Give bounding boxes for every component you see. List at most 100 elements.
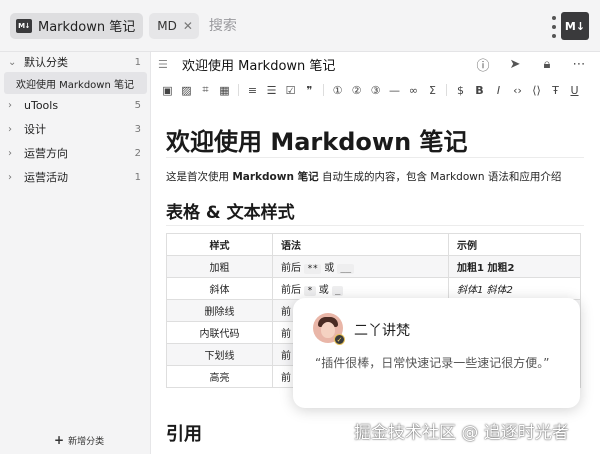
category-campaigns[interactable]: › 运营活动 1 xyxy=(0,167,151,187)
intro-paragraph: 这是首次使用 Markdown 笔记 自动生成的内容，包含 Markdown 语… xyxy=(166,169,561,184)
category-count: 1 xyxy=(134,56,141,68)
category-count: 2 xyxy=(134,147,141,159)
table-header: 语法 xyxy=(272,233,449,256)
quote-text: “插件很棒，日常快速记录一些速记很方便。” xyxy=(315,356,550,370)
editor-header: ☰ 欢迎使用 Markdown 笔记 ⓘ ➤ 🔒︎ ⋯ xyxy=(152,52,600,76)
table-icon[interactable]: ▦ xyxy=(219,83,230,97)
doc-title[interactable]: 欢迎使用 Markdown 笔记 xyxy=(182,55,335,74)
category-operations[interactable]: › 运营方向 2 xyxy=(0,143,151,163)
h3-icon[interactable]: ③ xyxy=(370,83,381,97)
code-block-icon[interactable]: ⟨⟩ xyxy=(531,83,542,97)
bold-icon[interactable]: B xyxy=(474,83,485,97)
category-label: 运营方向 xyxy=(24,147,68,160)
sidebar: ⌄ 默认分类 1 欢迎使用 Markdown 笔记 › uTools 5 › 设… xyxy=(0,52,151,454)
syntax-text: 或 xyxy=(321,263,338,274)
author-name: 二丫讲梵 xyxy=(354,323,410,339)
intro-text: 这是首次使用 xyxy=(166,171,233,183)
more-vertical-icon[interactable] xyxy=(551,16,557,38)
table-cell: 删除线 xyxy=(166,299,273,322)
underline-icon[interactable]: U xyxy=(569,83,580,97)
add-category-label: 新增分类 xyxy=(68,436,105,447)
toolbar-divider xyxy=(323,84,324,96)
h1-icon[interactable]: ① xyxy=(332,83,343,97)
category-utools[interactable]: › uTools 5 xyxy=(0,95,151,115)
intro-bold: Markdown 笔记 xyxy=(232,171,319,183)
syntax-text: 或 xyxy=(315,285,332,296)
category-count: 5 xyxy=(134,99,141,111)
chevron-right-icon[interactable]: › xyxy=(8,148,18,159)
quote-icon[interactable]: ❞ xyxy=(304,83,315,97)
category-label: 设计 xyxy=(24,123,46,136)
plus-icon: + xyxy=(54,433,65,447)
code-inline-icon[interactable]: ‹› xyxy=(512,83,523,97)
heading-1: 欢迎使用 Markdown 笔记 xyxy=(166,128,468,156)
category-label: 默认分类 xyxy=(24,56,68,69)
hr-icon[interactable]: — xyxy=(389,83,400,97)
header-actions: ⓘ ➤ 🔒︎ ⋯ xyxy=(476,55,586,74)
divider xyxy=(166,157,584,158)
sidebar-toggle-icon[interactable]: ☰ xyxy=(158,58,174,71)
category-label: uTools xyxy=(24,98,59,112)
category-default[interactable]: ⌄ 默认分类 1 xyxy=(0,52,151,72)
verified-badge-icon: ✓ xyxy=(334,334,345,345)
table-cell: 下划线 xyxy=(166,343,273,366)
image-link-icon[interactable]: ▣ xyxy=(162,83,173,97)
mode-chip-label: MD xyxy=(157,18,177,33)
dollar-icon[interactable]: $ xyxy=(455,83,466,97)
category-count: 3 xyxy=(134,123,141,135)
app-name: Markdown 笔记 xyxy=(38,20,136,35)
bullet-list-icon[interactable]: ☰ xyxy=(266,83,277,97)
lock-icon[interactable]: 🔒︎ xyxy=(540,57,554,72)
info-icon[interactable]: ⓘ xyxy=(476,55,490,74)
link-icon[interactable]: ∞ xyxy=(408,83,419,97)
note-item-active[interactable]: 欢迎使用 Markdown 笔记 xyxy=(4,72,147,94)
category-label: 运营活动 xyxy=(24,171,68,184)
inline-code: * xyxy=(304,286,316,296)
toolbar-divider xyxy=(446,84,447,96)
table-cell: 前后 ** 或 __ xyxy=(272,255,449,278)
table-cell: 加粗 xyxy=(166,255,273,278)
format-toolbar: ▣ ▨ ⌗ ▦ ≡ ☰ ☑ ❞ ① ② ③ — ∞ Σ $ B I ‹› ⟨⟩ … xyxy=(152,80,600,100)
heading-2: 引用 xyxy=(166,424,202,445)
italic-icon[interactable]: I xyxy=(493,83,504,97)
syntax-text: 前后 xyxy=(281,263,305,274)
chevron-down-icon[interactable]: ⌄ xyxy=(8,57,18,68)
plugin-logo-icon[interactable]: M↓ xyxy=(561,12,589,40)
close-icon[interactable]: ✕ xyxy=(183,19,193,33)
syntax-text: 前后 xyxy=(281,285,305,296)
table-header-row: 样式 语法 示例 xyxy=(166,233,581,256)
table-header: 样式 xyxy=(166,233,273,256)
heading-2: 表格 & 文本样式 xyxy=(166,203,295,223)
category-design[interactable]: › 设计 3 xyxy=(0,119,151,139)
chevron-right-icon[interactable]: › xyxy=(8,172,18,183)
strikethrough-icon[interactable]: Ŧ xyxy=(550,83,561,97)
table-cell: 斜体 xyxy=(166,277,273,300)
more-horizontal-icon[interactable]: ⋯ xyxy=(572,57,586,72)
search-input[interactable] xyxy=(208,17,539,34)
markdown-logo-icon: M↓ xyxy=(16,18,32,33)
sigma-icon[interactable]: Σ xyxy=(427,83,438,97)
category-count: 1 xyxy=(134,171,141,183)
watermark: 掘金技术社区 @ 追逐时光者 xyxy=(354,423,569,443)
h2-icon[interactable]: ② xyxy=(351,83,362,97)
crop-icon[interactable]: ⌗ xyxy=(200,83,211,97)
image-icon[interactable]: ▨ xyxy=(181,83,192,97)
mode-chip[interactable]: MD ✕ xyxy=(149,12,199,39)
chevron-right-icon[interactable]: › xyxy=(8,100,18,111)
app-chip[interactable]: M↓ Markdown 笔记 xyxy=(10,12,144,39)
ordered-list-icon[interactable]: ≡ xyxy=(247,83,258,97)
chevron-right-icon[interactable]: › xyxy=(8,124,18,135)
table-cell: 高亮 xyxy=(166,365,273,388)
checklist-icon[interactable]: ☑ xyxy=(285,83,296,97)
avatar-face xyxy=(321,322,335,338)
table-cell: 斜体1 斜体2 xyxy=(448,277,581,300)
inline-code: ** xyxy=(304,264,322,274)
send-icon[interactable]: ➤ xyxy=(508,57,522,72)
add-category-button[interactable]: + 新增分类 xyxy=(54,433,104,447)
table-row: 加粗 前后 ** 或 __ 加粗1 加粗2 xyxy=(166,255,581,278)
intro-text: 自动生成的内容，包含 Markdown 语法和应用介绍 xyxy=(318,171,562,183)
table-row: 斜体 前后 * 或 _ 斜体1 斜体2 xyxy=(166,277,581,300)
inline-code: __ xyxy=(337,264,355,274)
table-cell: 前后 * 或 _ xyxy=(272,277,449,300)
testimonial-card: ✓ 二丫讲梵 “插件很棒，日常快速记录一些速记很方便。” xyxy=(293,298,580,408)
